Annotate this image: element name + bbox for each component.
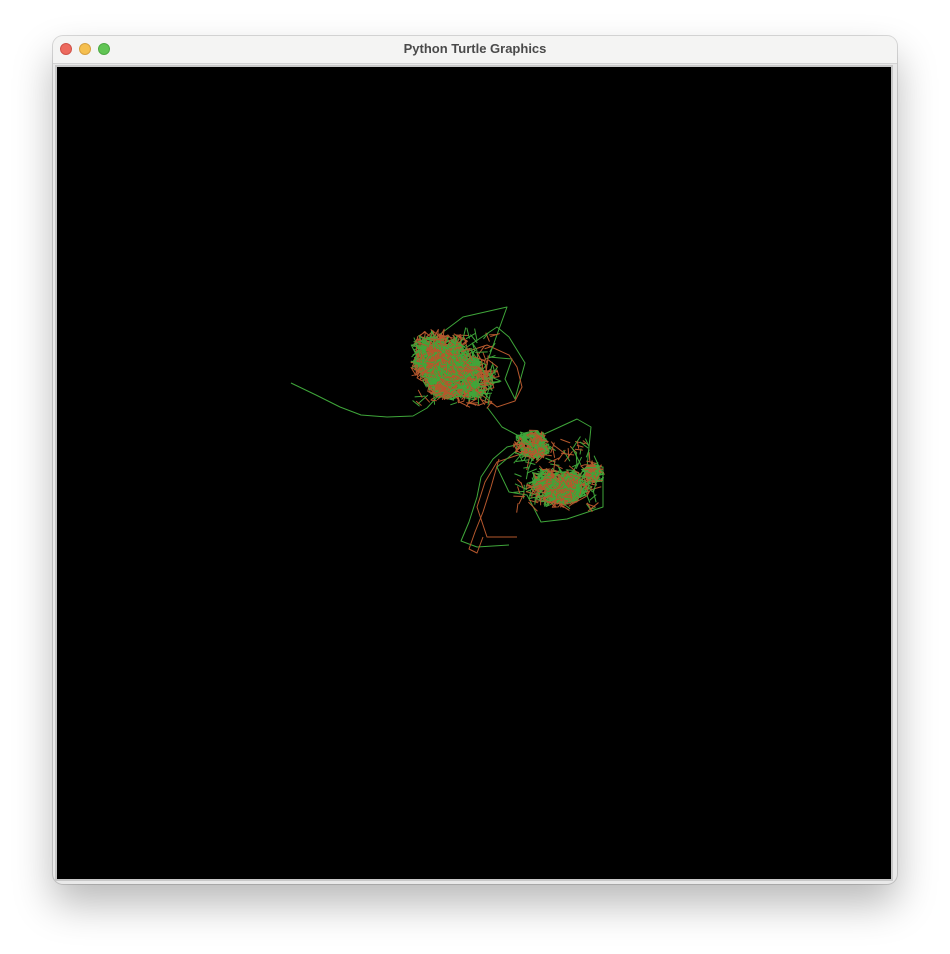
tick-c1-96 [430, 399, 437, 402]
tick-c2-21 [586, 495, 591, 503]
tick-c2-50 [588, 452, 591, 462]
tick-c2-68 [543, 454, 552, 457]
canvas-frame [55, 65, 893, 881]
tick-c2-56 [574, 448, 583, 451]
tick-c2-12 [560, 438, 571, 444]
window-title: Python Turtle Graphics [403, 41, 547, 56]
tick-c1-16 [476, 373, 479, 380]
trail-loop-orange [476, 451, 528, 538]
tick-c2-100 [554, 445, 566, 455]
trail-connector [460, 406, 530, 548]
tick-c1-154 [474, 328, 478, 341]
tick-c1-147 [424, 396, 431, 403]
tick-c2-97 [565, 469, 575, 472]
tick-c2-48 [528, 501, 538, 512]
tick-c2-96 [560, 452, 575, 456]
tick-c1-18 [452, 340, 454, 355]
tick-c1-54 [489, 342, 496, 352]
turtle-window: Python Turtle Graphics [53, 36, 897, 884]
tick-c2-51 [514, 483, 528, 491]
tick-c2-35 [567, 448, 570, 458]
title-bar[interactable]: Python Turtle Graphics [53, 36, 897, 64]
tick-c1-108 [454, 395, 462, 398]
turtle-drawing [290, 306, 605, 554]
tick-c1-103 [432, 339, 435, 350]
tick-c2-43 [514, 473, 522, 477]
tick-c1-50 [465, 332, 476, 340]
tick-c1-37 [414, 395, 426, 398]
tick-c1-58 [450, 402, 458, 406]
turtle-canvas[interactable] [57, 67, 891, 879]
tick-c2-53 [516, 503, 519, 513]
tick-c2-92 [531, 491, 533, 499]
tick-c1-136 [424, 374, 436, 376]
